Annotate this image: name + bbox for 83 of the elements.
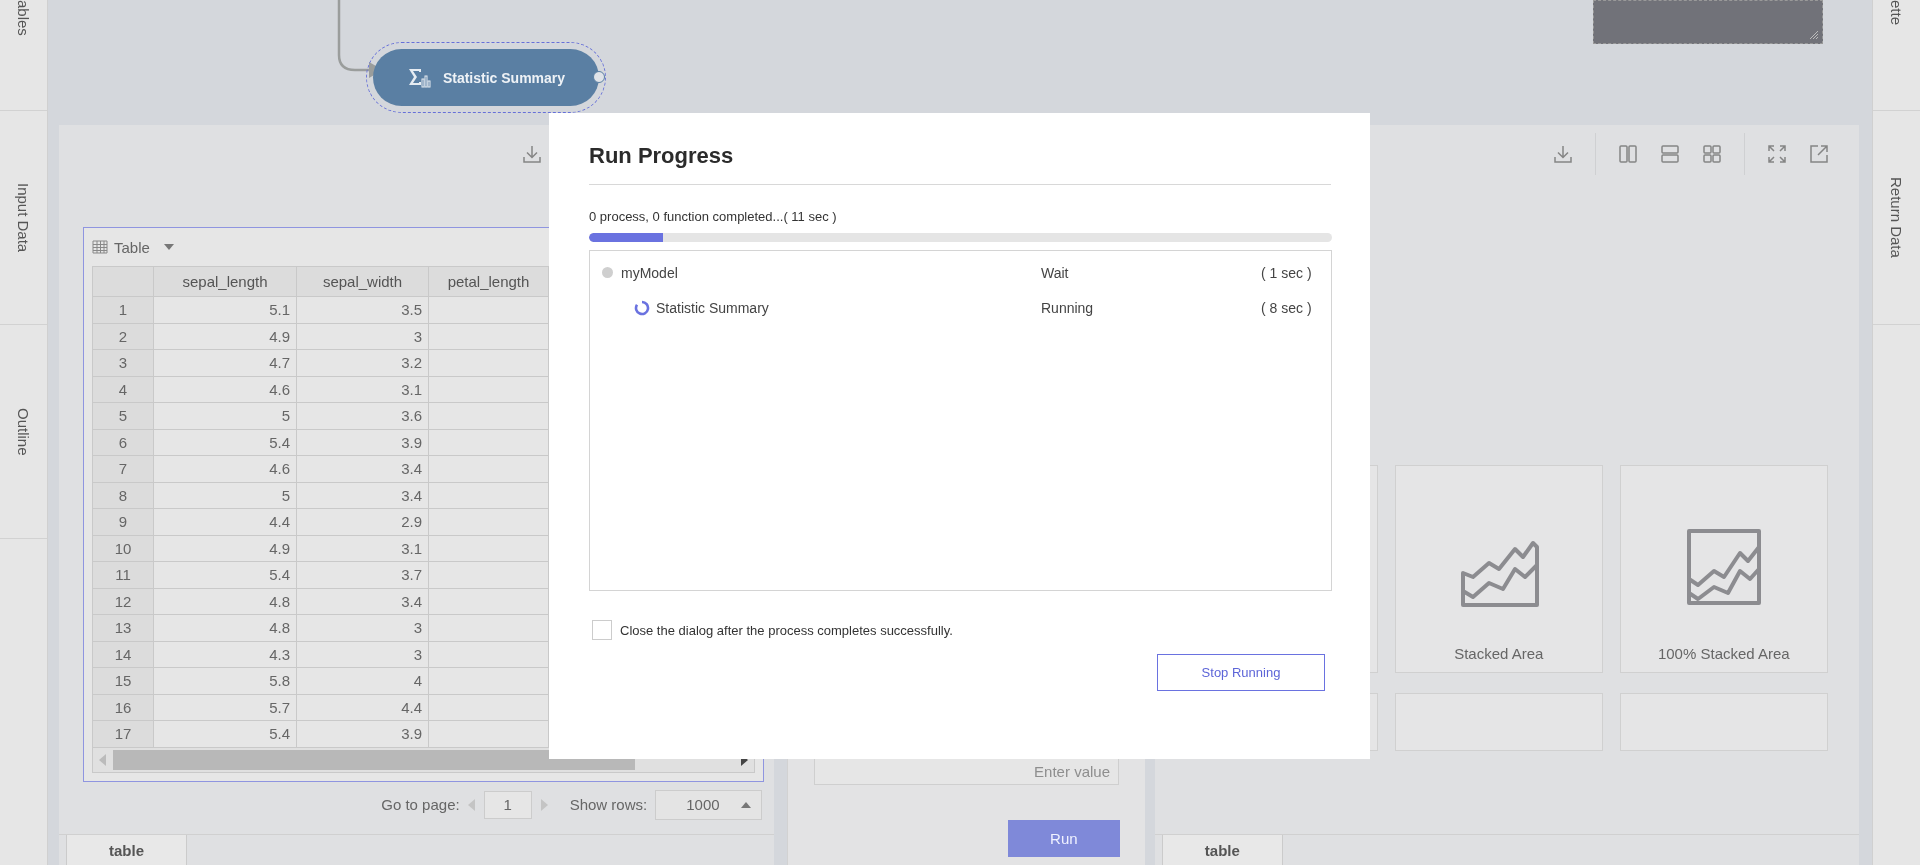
row-number: 11 [93, 562, 154, 589]
row-number: 1 [93, 297, 154, 324]
table-cell: 4.7 [154, 350, 297, 377]
row-number: 6 [93, 429, 154, 456]
row-number: 16 [93, 694, 154, 721]
table-cell: 4.8 [154, 615, 297, 642]
table-cell: 4.9 [154, 323, 297, 350]
row-number: 12 [93, 588, 154, 615]
table-cell: 3.4 [297, 456, 429, 483]
row-number: 14 [93, 641, 154, 668]
table-cell: 3.2 [297, 350, 429, 377]
task-time: ( 1 sec ) [1261, 264, 1313, 281]
row-number: 10 [93, 535, 154, 562]
table-cell: 5.4 [154, 721, 297, 748]
table-cell: 4.6 [154, 376, 297, 403]
table-cell: 4.4 [297, 694, 429, 721]
table-cell: 4.9 [154, 535, 297, 562]
table-cell: 3.9 [297, 721, 429, 748]
task-status: Running [1041, 299, 1095, 316]
bottom-tab[interactable]: table [66, 835, 187, 865]
table-cell: 3.7 [297, 562, 429, 589]
table-cell: 5.8 [154, 668, 297, 695]
stop-running-button[interactable]: Stop Running [1157, 654, 1325, 691]
task-time: ( 8 sec ) [1261, 299, 1313, 316]
sidebar-tab[interactable]: ette [1888, 0, 1905, 26]
table-cell: 3.1 [297, 535, 429, 562]
table-cell: 4 [297, 668, 429, 695]
table-cell: 3.4 [297, 588, 429, 615]
value-field[interactable]: Enter value [814, 758, 1119, 785]
table-cell: 5.4 [154, 562, 297, 589]
row-number: 3 [93, 350, 154, 377]
checkbox-label: Close the dialog after the process completes successfully. [620, 622, 953, 638]
task-name: Statistic Summary [656, 299, 770, 316]
table-cell: 5 [154, 403, 297, 430]
table-cell: 3.1 [297, 376, 429, 403]
row-number: 13 [93, 615, 154, 642]
table-cell: 3.6 [297, 403, 429, 430]
table-cell: 5.4 [154, 429, 297, 456]
table-cell: 3 [297, 615, 429, 642]
table-cell: 5.7 [154, 694, 297, 721]
progress-status: 0 process, 0 function completed...( 11 sec ) [589, 209, 838, 224]
table-cell: 5.1 [154, 297, 297, 324]
table-cell: 4.6 [154, 456, 297, 483]
column-header[interactable]: sepal_length [154, 267, 297, 297]
table-cell: 3 [297, 641, 429, 668]
table-cell: 3.5 [297, 297, 429, 324]
table-cell: 3.9 [297, 429, 429, 456]
chart-type-card[interactable]: 100% Stacked Area [1619, 465, 1828, 673]
row-number: 15 [93, 668, 154, 695]
column-header[interactable]: sepal_width [297, 267, 429, 297]
row-number: 4 [93, 376, 154, 403]
task-name: myModel [621, 264, 679, 281]
row-number: 5 [93, 403, 154, 430]
sidebar-tab[interactable]: ables [15, 0, 32, 36]
row-number: 17 [93, 721, 154, 748]
task-status: Wait [1041, 264, 1070, 281]
sidebar-tab[interactable]: Return Data [1888, 177, 1905, 258]
chart-type-label: Stacked Area [1454, 645, 1544, 662]
table-cell: 4.4 [154, 509, 297, 536]
show-rows-label: Show rows: [569, 796, 648, 813]
table-cell: 5 [154, 482, 297, 509]
table-cell: 3 [297, 323, 429, 350]
sidebar-tab[interactable]: Input Data [15, 182, 32, 253]
row-number: 2 [93, 323, 154, 350]
run-button[interactable]: Run [1007, 820, 1120, 857]
go-to-page-label: Go to page: [381, 796, 460, 813]
bottom-tab[interactable]: table [1161, 835, 1283, 865]
chart-type-card[interactable]: Stacked Area [1394, 465, 1603, 673]
table-cell: 2.9 [297, 509, 429, 536]
page-input[interactable]: 1 [483, 790, 532, 819]
table-cell: 4.3 [154, 641, 297, 668]
view-selector[interactable]: Table [92, 228, 174, 266]
rows-selector[interactable]: 1000 [655, 789, 763, 820]
row-number: 9 [93, 509, 154, 536]
sidebar-tab[interactable]: Outline [15, 407, 32, 456]
table-cell: 4.8 [154, 588, 297, 615]
dialog-title: Run Progress [589, 143, 1331, 185]
chart-type-label: 100% Stacked Area [1657, 645, 1790, 662]
column-header[interactable]: petal_length [429, 267, 549, 297]
row-number: 8 [93, 482, 154, 509]
workflow-node[interactable]: Statistic Summary [373, 49, 599, 106]
table-cell: 3.4 [297, 482, 429, 509]
row-number: 7 [93, 456, 154, 483]
